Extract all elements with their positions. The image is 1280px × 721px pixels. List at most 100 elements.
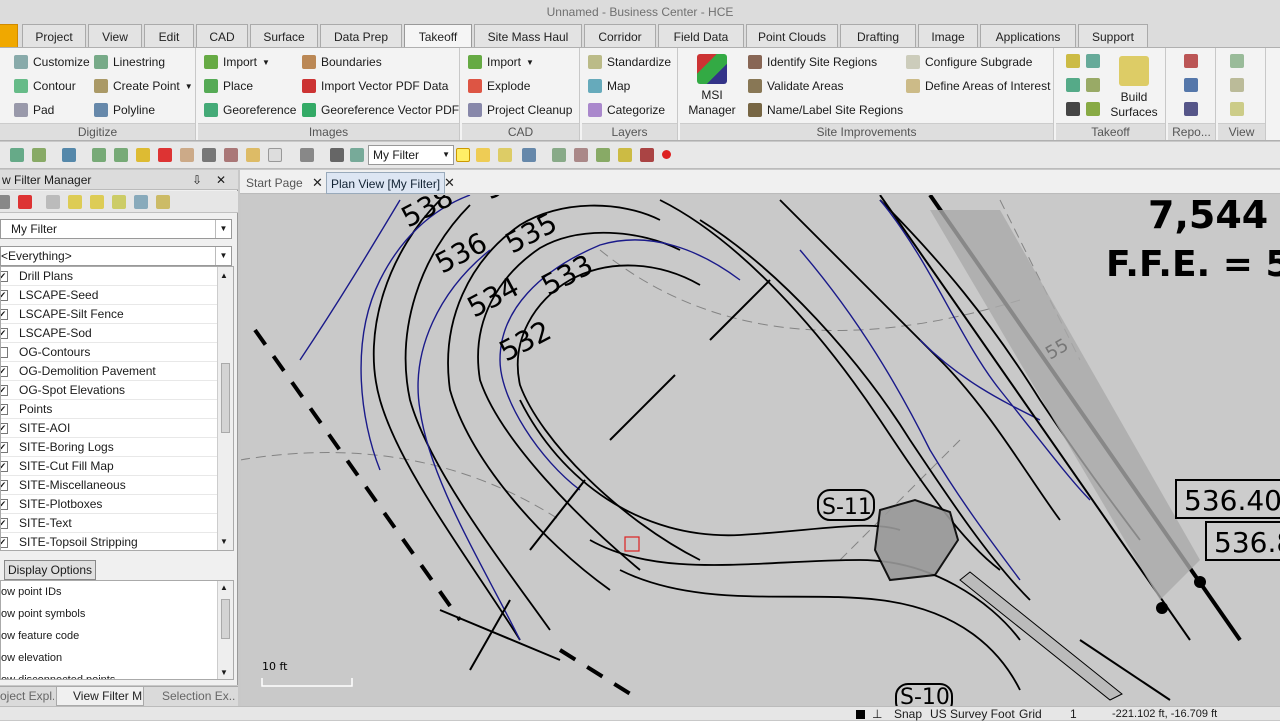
tab-file[interactable] [0,24,18,47]
close-icon[interactable]: ✕ [312,172,323,194]
scroll-down-icon[interactable]: ▼ [220,537,228,546]
tool-icon[interactable] [246,148,260,162]
options-scrollbar[interactable]: ▲ ▼ [217,581,233,679]
layer-list-scrollbar[interactable]: ▲ ▼ [217,267,233,550]
close-icon[interactable]: ✕ [444,172,455,194]
list-item[interactable]: ✔SITE-Boring Logs [1,438,219,457]
snap-icon[interactable] [574,148,588,162]
edit-icon[interactable] [350,148,364,162]
filter-select-icon[interactable] [476,148,490,162]
tab-selection-explorer[interactable]: Selection Ex... [146,687,236,706]
tab-drafting[interactable]: Drafting [840,24,916,47]
view-3-icon[interactable] [1230,102,1244,116]
snap-toggle[interactable]: Snap [894,707,922,721]
scroll-thumb[interactable] [221,363,230,433]
tab-field-data[interactable]: Field Data [658,24,744,47]
layer-checkbox[interactable] [1,347,8,358]
zoom-icon[interactable] [180,148,194,162]
layer-checkbox[interactable]: ✔ [1,271,8,282]
layer-checkbox[interactable]: ✔ [1,328,8,339]
list-item[interactable]: ✔Drill Plans [1,267,219,286]
layer-checkbox[interactable]: ✔ [1,480,8,491]
create-point-button[interactable]: Create Point ▼ [94,76,193,96]
line-icon[interactable] [552,148,566,162]
tab-takeoff[interactable]: Takeoff [404,24,472,48]
camera-icon[interactable] [300,148,314,162]
report-1-icon[interactable] [1184,54,1198,68]
tab-view[interactable]: View [88,24,142,47]
panel-tool-8-icon[interactable] [156,195,170,209]
list-item[interactable]: ✔LSCAPE-Seed [1,286,219,305]
tab-project[interactable]: Project [22,24,86,47]
tab-data-prep[interactable]: Data Prep [320,24,402,47]
scroll-up-icon[interactable]: ▲ [220,583,228,592]
tab-corridor[interactable]: Corridor [584,24,656,47]
georeference-button[interactable]: Georeference [204,100,296,120]
tab-project-explorer[interactable]: oject Expl... [0,687,54,706]
tab-applications[interactable]: Applications [980,24,1076,47]
stop-icon[interactable] [640,148,654,162]
option-disconnected-points[interactable]: ow disconnected points [1,669,115,679]
list-item[interactable]: OG-Contours [1,343,219,362]
contour-button[interactable]: Contour [14,76,76,96]
tab-cad[interactable]: CAD [196,24,248,47]
tab-support[interactable]: Support [1078,24,1148,47]
layer-checkbox[interactable]: ✔ [1,499,8,510]
list-item[interactable]: ✔OG-Spot Elevations [1,381,219,400]
tab-point-clouds[interactable]: Point Clouds [746,24,838,47]
identify-site-regions-button[interactable]: Identify Site Regions [748,52,877,72]
build-surfaces-button[interactable]: Build Surfaces [1106,56,1162,120]
display-options-tab[interactable]: Display Options [4,560,96,580]
panel-tool-4-icon[interactable] [68,195,82,209]
list-item[interactable]: ✔LSCAPE-Sod [1,324,219,343]
units-display[interactable]: US Survey Foot [930,707,1015,721]
scroll-up-icon[interactable]: ▲ [220,271,228,280]
pin-icon[interactable]: ⇩ [192,170,202,190]
scope-select[interactable]: <Everything> ▼ [0,246,232,266]
option-feature-code[interactable]: ow feature code [1,625,79,647]
cad-import-button[interactable]: Import ▼ [468,52,534,72]
layer-checkbox[interactable]: ✔ [1,366,8,377]
tab-surface[interactable]: Surface [250,24,318,47]
record-icon[interactable] [662,150,671,159]
takeoff-tool-4-icon[interactable] [1086,78,1100,92]
report-2-icon[interactable] [1184,78,1198,92]
cross-icon[interactable] [596,148,610,162]
measure-icon[interactable] [224,148,238,162]
tab-image[interactable]: Image [918,24,978,47]
list-item[interactable]: ✔SITE-AOI [1,419,219,438]
configure-subgrade-button[interactable]: Configure Subgrade [906,52,1032,72]
layer-checkbox[interactable]: ✔ [1,404,8,415]
takeoff-tool-5-icon[interactable] [1066,102,1080,116]
grid-toggle[interactable]: Grid [1019,707,1042,721]
layer-checkbox[interactable]: ✔ [1,385,8,396]
takeoff-tool-1-icon[interactable] [1066,54,1080,68]
delete-icon[interactable] [158,148,172,162]
pad-button[interactable]: Pad [14,100,54,120]
tab-plan-view[interactable]: Plan View [My Filter] [326,172,446,194]
grid-icon[interactable] [330,148,344,162]
georeference-vector-pdf-button[interactable]: Georeference Vector PDF [302,100,459,120]
list-item[interactable]: ✔Points [1,400,219,419]
pan-icon[interactable] [202,148,216,162]
layer-checkbox[interactable]: ✔ [1,537,8,548]
name-label-site-regions-button[interactable]: Name/Label Site Regions [748,100,903,120]
panel-tool-7-icon[interactable] [134,195,148,209]
import-vector-pdf-button[interactable]: Import Vector PDF Data [302,76,448,96]
tab-start-page[interactable]: Start Page [246,172,303,194]
filter-dropdown[interactable]: My Filter ▼ [368,145,454,165]
panel-delete-icon[interactable] [18,195,32,209]
list-item[interactable]: ✔SITE-Topsoil Stripping [1,533,219,550]
select-icon[interactable] [62,148,76,162]
polyline-button[interactable]: Polyline [94,100,155,120]
panel-tool-1-icon[interactable] [0,195,10,209]
option-point-symbols[interactable]: ow point symbols [1,603,85,625]
project-cleanup-button[interactable]: Project Cleanup [468,100,572,120]
scroll-down-icon[interactable]: ▼ [220,668,228,677]
layer-checkbox[interactable]: ✔ [1,423,8,434]
takeoff-tool-3-icon[interactable] [1066,78,1080,92]
redo-icon[interactable] [114,148,128,162]
validate-areas-button[interactable]: Validate Areas [748,76,844,96]
tab-edit[interactable]: Edit [144,24,194,47]
filter-select[interactable]: My Filter ▼ [0,219,232,239]
